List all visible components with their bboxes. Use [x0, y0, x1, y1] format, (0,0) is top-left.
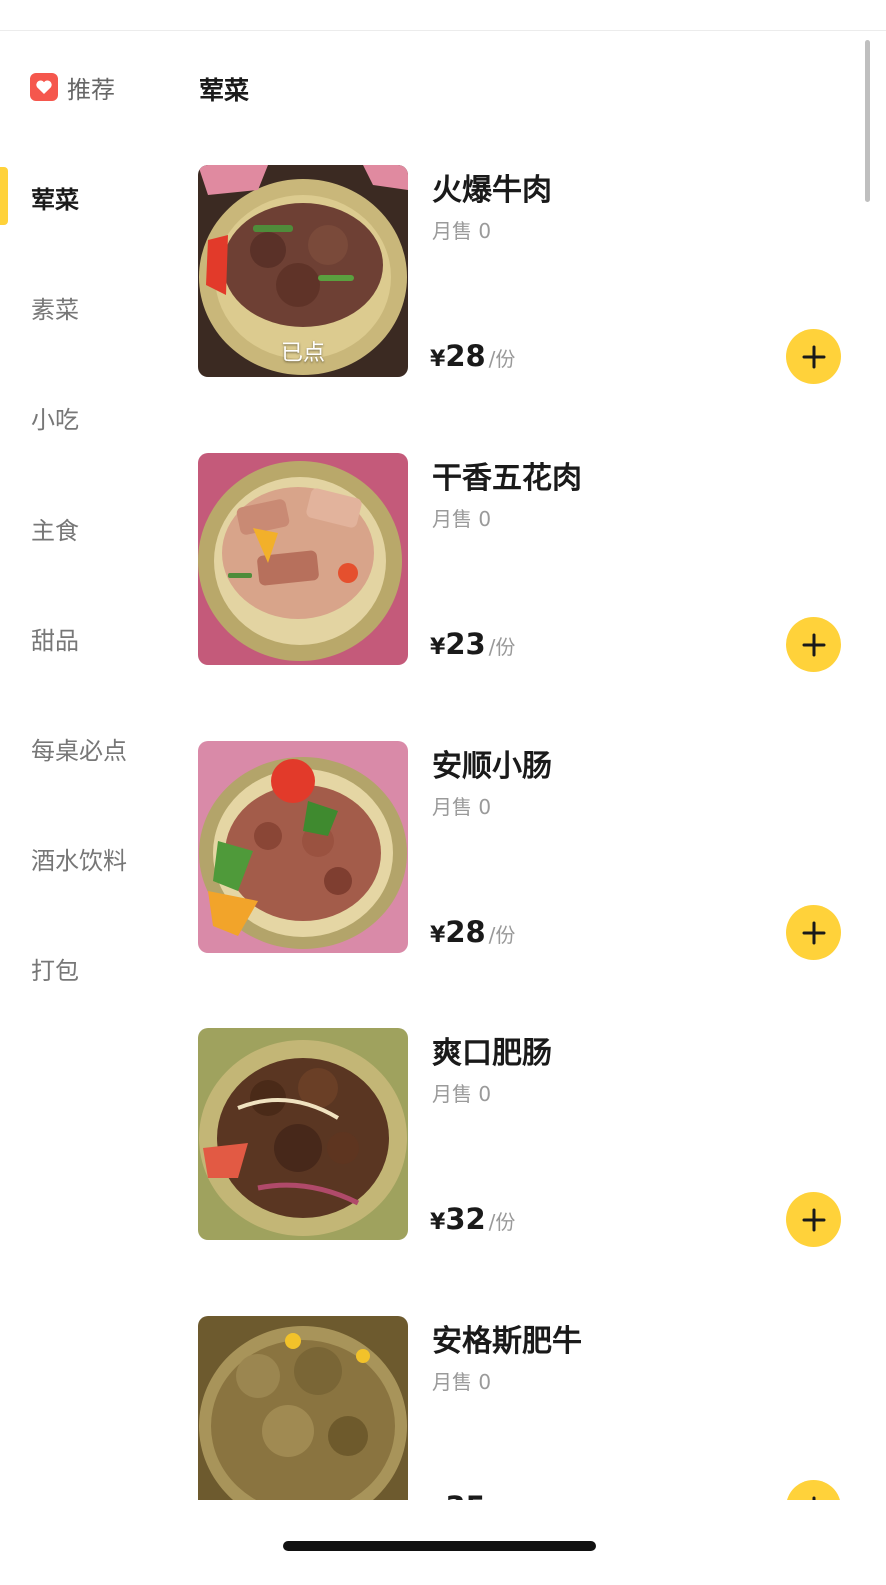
heart-icon	[30, 73, 58, 101]
sidebar-item-takeaway[interactable]: 打包	[31, 951, 79, 986]
home-indicator[interactable]	[283, 1541, 596, 1551]
sidebar-item-label: 推荐	[67, 75, 115, 104]
sidebar-item-must-order[interactable]: 每桌必点	[31, 731, 127, 766]
sidebar-item-drinks[interactable]: 酒水饮料	[31, 841, 127, 876]
dish-name: 安格斯肥牛	[432, 1324, 582, 1359]
plus-icon	[802, 345, 825, 368]
dish-item[interactable]: 已点 火爆牛肉 月售 0 ¥ 28 /份	[198, 165, 858, 384]
monthly-sales: 月售 0	[432, 219, 492, 243]
sidebar-item-meat[interactable]: 荤菜	[31, 180, 79, 215]
dish-item[interactable]: 爽口肥肠 月售 0 ¥ 32 /份	[198, 1028, 858, 1247]
sidebar-item-dessert[interactable]: 甜品	[31, 621, 79, 656]
dish-item[interactable]: 安顺小肠 月售 0 ¥ 28 /份	[198, 741, 858, 960]
dish-name: 安顺小肠	[432, 749, 552, 784]
scrollbar[interactable]	[865, 40, 870, 202]
price-currency: ¥	[430, 347, 446, 372]
price-currency: ¥	[430, 635, 446, 660]
price-value: 28	[445, 915, 486, 949]
sidebar-item-staple[interactable]: 主食	[31, 511, 79, 546]
add-to-cart-button[interactable]	[786, 1480, 841, 1500]
sidebar-item-recommend[interactable]: 推荐	[30, 72, 115, 104]
dish-item[interactable]: 安格斯肥牛 月售 0 ¥ 35 /份	[198, 1316, 858, 1500]
price-value: 28	[445, 339, 486, 373]
plus-icon	[802, 633, 825, 656]
section-title: 荤菜	[199, 76, 250, 105]
dish-name: 干香五花肉	[432, 461, 582, 496]
dish-price: ¥ 32 /份	[430, 1202, 515, 1236]
top-bar	[0, 0, 886, 31]
category-sidebar: 推荐 荤菜 素菜 小吃 主食 甜品 每桌必点 酒水饮料 打包	[0, 31, 180, 1501]
price-unit: /份	[488, 1210, 516, 1234]
price-unit: /份	[489, 1494, 516, 1500]
ordered-tag: 已点	[280, 341, 325, 366]
monthly-sales: 月售 0	[432, 795, 492, 819]
price-value: 23	[445, 627, 486, 661]
monthly-sales: 月售 0	[432, 1082, 492, 1106]
price-unit: /份	[488, 923, 516, 947]
dish-item[interactable]: 干香五花肉 月售 0 ¥ 23 /份	[198, 453, 858, 672]
dish-price: ¥ 35 /份	[430, 1490, 515, 1500]
dish-price: ¥ 28 /份	[430, 915, 515, 949]
price-value: 32	[445, 1202, 486, 1236]
dish-photo	[198, 1316, 408, 1500]
dish-price: ¥ 23 /份	[430, 627, 515, 661]
monthly-sales: 月售 0	[432, 507, 492, 531]
plus-icon	[812, 1496, 815, 1500]
dish-photo	[198, 453, 408, 665]
add-to-cart-button[interactable]	[786, 617, 841, 672]
sidebar-item-snack[interactable]: 小吃	[31, 400, 79, 435]
monthly-sales: 月售 0	[432, 1370, 492, 1394]
dish-photo: 已点	[198, 165, 408, 377]
price-currency: ¥	[430, 923, 446, 948]
dish-name: 爽口肥肠	[432, 1036, 552, 1071]
dish-price: ¥ 28 /份	[430, 339, 515, 373]
plus-icon	[802, 921, 825, 944]
price-unit: /份	[488, 347, 516, 371]
price-value: 35	[445, 1490, 485, 1500]
price-currency: ¥	[430, 1498, 445, 1500]
dish-name: 火爆牛肉	[432, 173, 552, 208]
active-category-indicator	[0, 167, 8, 225]
dish-photo	[198, 741, 408, 953]
add-to-cart-button[interactable]	[786, 1192, 841, 1247]
sidebar-item-vegetable[interactable]: 素菜	[31, 290, 79, 325]
price-currency: ¥	[430, 1210, 446, 1235]
add-to-cart-button[interactable]	[786, 329, 841, 384]
dish-photo	[198, 1028, 408, 1240]
add-to-cart-button[interactable]	[786, 905, 841, 960]
plus-icon	[802, 1208, 825, 1231]
price-unit: /份	[488, 635, 516, 659]
